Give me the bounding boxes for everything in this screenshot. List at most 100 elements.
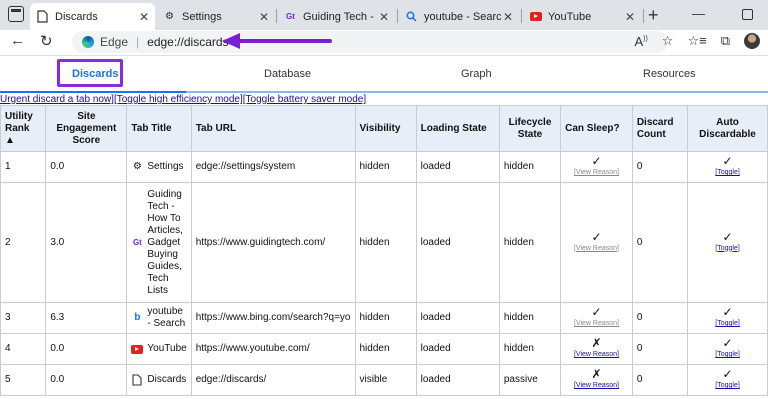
refresh-icon[interactable]: ↻ <box>40 32 53 50</box>
table-row: 5 0.0 Discards edge://discards/ visible … <box>0 364 768 396</box>
tab-guiding-tech[interactable]: Gt Guiding Tech - How ✕ <box>278 3 395 30</box>
toggle-link[interactable]: [Toggle] <box>692 318 763 330</box>
tab-discards[interactable]: Discards ✕ <box>30 3 155 30</box>
page-icon <box>36 10 49 23</box>
cell-rank: 5 <box>0 364 47 396</box>
col-discard-count[interactable]: Discard Count <box>631 105 689 152</box>
cell-auto: ✓ [Toggle] <box>687 333 768 365</box>
discard-actions[interactable]: Urgent discard a tab now][Toggle high ef… <box>0 94 366 105</box>
cell-loading: loaded <box>415 302 500 334</box>
col-tab-title[interactable]: Tab Title <box>126 105 192 152</box>
col-can-sleep[interactable]: Can Sleep? <box>560 105 633 152</box>
cell-rank: 4 <box>0 333 47 365</box>
cell-visibility: hidden <box>354 182 417 303</box>
table-row: 2 3.0 Gt Guiding Tech - How To Articles, … <box>0 182 768 303</box>
cell-loading: loaded <box>415 333 500 365</box>
subtab-database[interactable]: Database <box>264 68 311 80</box>
subtab-discards[interactable]: Discards <box>72 68 118 80</box>
cell-auto: ✓ [Toggle] <box>687 302 768 334</box>
cell-url: https://www.guidingtech.com/ <box>190 182 356 303</box>
annotation-arrow-icon <box>222 33 332 49</box>
check-icon: ✓ <box>591 229 602 244</box>
cell-discards: 0 <box>631 364 689 396</box>
cell-rank: 2 <box>0 182 47 303</box>
toggle-link[interactable]: [Toggle] <box>692 349 763 361</box>
col-lifecycle-state[interactable]: Lifecycle State <box>498 105 562 152</box>
close-icon[interactable]: ✕ <box>137 10 151 24</box>
col-visibility[interactable]: Visibility <box>354 105 417 152</box>
address-divider: | <box>136 35 140 49</box>
bing-icon: b <box>134 312 141 323</box>
minimize-icon[interactable]: — <box>692 6 705 21</box>
cell-visibility: hidden <box>354 151 417 183</box>
close-icon[interactable]: ✕ <box>623 10 637 24</box>
tab-separator <box>397 9 398 23</box>
gear-icon: ⚙ <box>165 11 174 22</box>
table-row: 4 0.0 YouTube https://www.youtube.com/ h… <box>0 333 768 365</box>
favorite-add-icon[interactable]: ☆ <box>662 33 674 49</box>
search-icon <box>405 10 418 23</box>
collections-icon[interactable]: ⧉ <box>721 33 730 49</box>
col-site-engagement[interactable]: Site Engagement Score <box>45 105 128 152</box>
subtab-resources[interactable]: Resources <box>643 68 696 80</box>
tab-title-text: Guiding Tech - How To Articles, Gadget B… <box>147 188 183 296</box>
cell-discards: 0 <box>631 333 689 365</box>
col-loading-state[interactable]: Loading State <box>415 105 500 152</box>
table-row: 1 0.0 ⚙ Settings edge://settings/system h… <box>0 151 768 183</box>
view-reason-link[interactable]: [View Reason] <box>565 318 628 330</box>
cell-score: 0.0 <box>45 333 128 365</box>
maximize-icon[interactable] <box>742 9 753 20</box>
cell-lifecycle: hidden <box>498 302 562 334</box>
check-icon: ✓ <box>722 305 733 319</box>
check-icon: ✓ <box>591 305 602 319</box>
cell-loading: loaded <box>415 364 500 396</box>
view-reason-link[interactable]: [View Reason] <box>565 380 628 392</box>
tab-label: Guiding Tech - How <box>303 10 377 23</box>
cell-title: b youtube - Search <box>126 302 192 334</box>
cell-score: 6.3 <box>45 302 128 334</box>
cell-loading: loaded <box>415 182 500 303</box>
cell-can-sleep: ✓ [View Reason] <box>560 151 633 183</box>
check-icon: ✓ <box>722 229 733 244</box>
cell-discards: 0 <box>631 182 689 303</box>
tab-actions-icon[interactable] <box>8 6 24 22</box>
discards-table: Utility Rank ▲ Site Engagement Score Tab… <box>0 105 768 396</box>
close-icon[interactable]: ✕ <box>257 10 271 24</box>
cell-rank: 1 <box>0 151 47 183</box>
favorites-icon[interactable]: ☆≡ <box>687 33 706 49</box>
cell-visibility: visible <box>354 364 417 396</box>
close-icon[interactable]: ✕ <box>501 10 515 24</box>
cell-can-sleep: ✓ [View Reason] <box>560 302 633 334</box>
toggle-link[interactable]: [Toggle] <box>692 380 763 392</box>
address-bar[interactable]: Edge | edge://discards <box>72 31 668 53</box>
new-tab-button[interactable]: + <box>648 5 659 26</box>
cell-url: https://www.bing.com/search?q=yo <box>190 302 356 334</box>
tab-youtube[interactable]: YouTube ✕ <box>523 3 641 30</box>
cell-lifecycle: hidden <box>498 182 562 303</box>
cell-can-sleep: ✓ [View Reason] <box>560 182 633 303</box>
view-reason-link[interactable]: [View Reason] <box>565 167 628 179</box>
cell-discards: 0 <box>631 151 689 183</box>
action-links[interactable]: Urgent discard a tab now][Toggle high ef… <box>0 94 366 105</box>
view-reason-link[interactable]: [View Reason] <box>565 349 628 361</box>
address-brand: Edge <box>100 35 129 49</box>
view-reason-link[interactable]: [View Reason] <box>565 243 628 255</box>
tab-youtube-search[interactable]: youtube - Search ✕ <box>399 3 519 30</box>
cell-loading: loaded <box>415 151 500 183</box>
col-tab-url[interactable]: Tab URL <box>190 105 356 152</box>
cross-icon: ✗ <box>591 336 602 350</box>
youtube-icon <box>529 10 542 23</box>
tab-settings[interactable]: ⚙ Settings ✕ <box>157 3 275 30</box>
cell-auto: ✓ [Toggle] <box>687 151 768 183</box>
subtab-graph[interactable]: Graph <box>461 68 492 80</box>
col-utility-rank[interactable]: Utility Rank ▲ <box>0 105 47 152</box>
toggle-link[interactable]: [Toggle] <box>692 167 763 179</box>
tab-label: Discards <box>55 10 98 23</box>
read-aloud-icon[interactable]: A)) <box>634 34 647 49</box>
toggle-link[interactable]: [Toggle] <box>692 243 763 255</box>
back-icon[interactable]: ← <box>10 32 25 49</box>
avatar[interactable] <box>744 33 760 49</box>
col-auto-discardable[interactable]: Auto Discardable <box>687 105 768 152</box>
close-icon[interactable]: ✕ <box>377 10 391 24</box>
cross-icon: ✗ <box>591 367 602 381</box>
